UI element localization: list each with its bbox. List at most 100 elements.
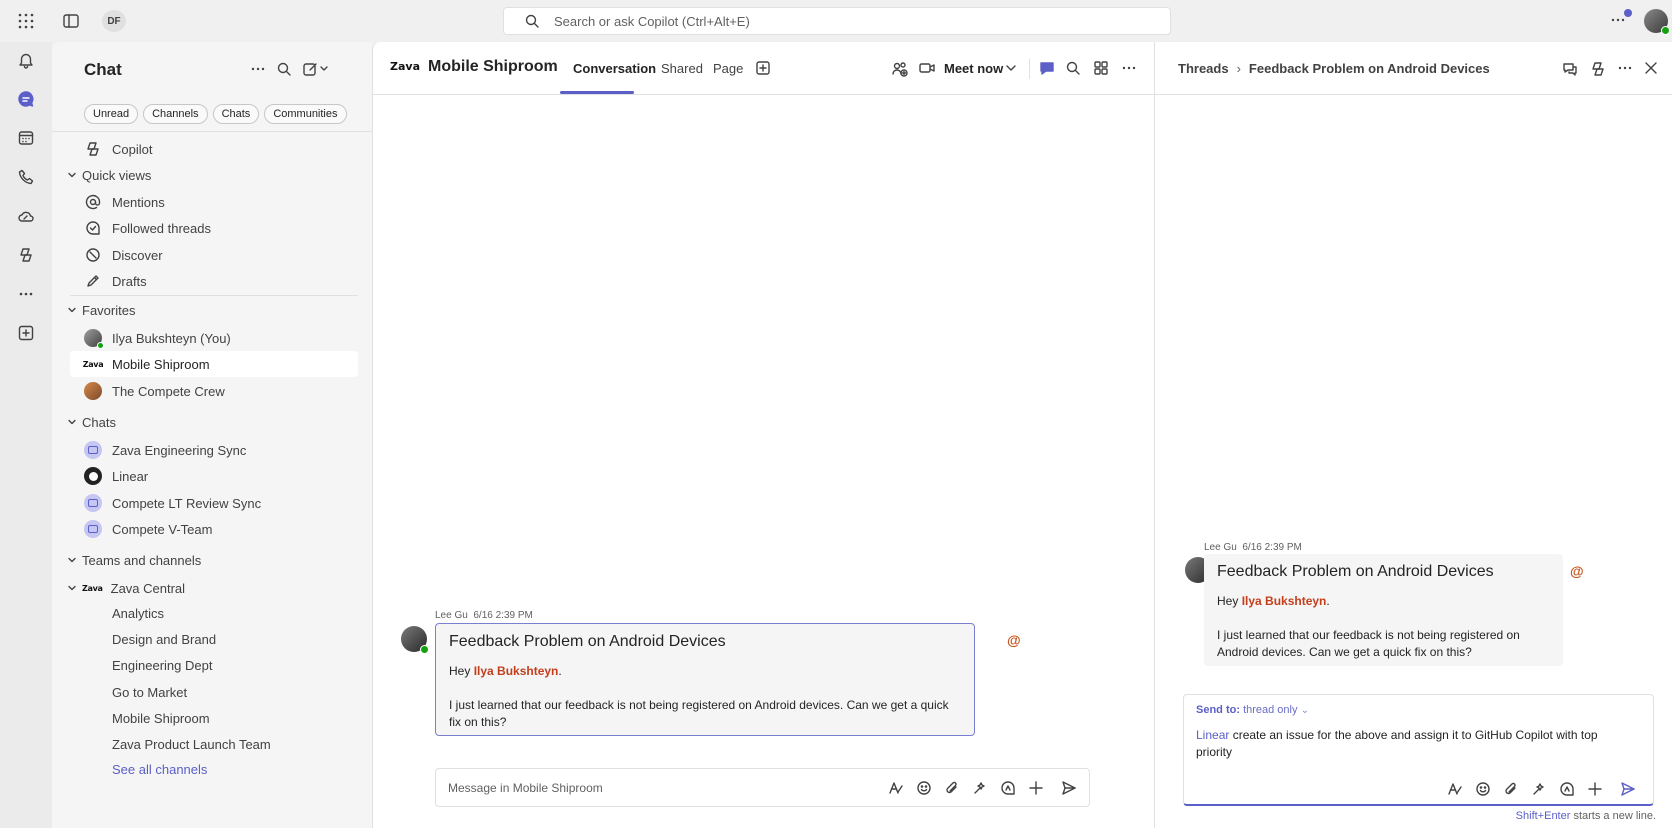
loop-icon[interactable] [1531, 781, 1547, 800]
more-apps-icon[interactable] [16, 284, 36, 304]
channel-zava-product-launch-team[interactable]: Zava Product Launch Team [70, 731, 358, 757]
pencil-icon [84, 272, 102, 290]
section-teams-and-channels[interactable]: Teams and channels [68, 547, 358, 573]
section-quick-views[interactable]: Quick views [68, 162, 358, 188]
divider [70, 295, 358, 296]
app-launcher-icon[interactable] [17, 12, 35, 30]
profile-avatar[interactable] [1644, 9, 1670, 35]
channel-engineering-dept[interactable]: Engineering Dept [70, 652, 358, 678]
channel-design-and-brand[interactable]: Design and Brand [70, 626, 358, 652]
search-input[interactable]: Search or ask Copilot (Ctrl+Alt+E) [503, 7, 1171, 35]
list-item-compete-lt-review-sync[interactable]: Compete LT Review Sync [70, 490, 358, 516]
apps-grid-icon[interactable] [1093, 60, 1109, 79]
section-favorites[interactable]: Favorites [68, 297, 358, 323]
format-icon[interactable] [888, 780, 904, 799]
list-item-drafts[interactable]: Drafts [70, 268, 358, 294]
message-body: I just learned that our feedback is not … [449, 698, 949, 729]
team-zava-central[interactable]: Zava Zava Central [68, 575, 358, 601]
thread-pane: Threads › Feedback Problem on Android De… [1154, 42, 1672, 828]
send-icon[interactable] [1061, 780, 1077, 799]
add-icon[interactable] [1028, 780, 1044, 799]
app-mention[interactable]: Linear [1196, 728, 1229, 742]
filter-communities[interactable]: Communities [264, 104, 347, 124]
tab-page[interactable]: Page [713, 61, 743, 76]
sidebar-toggle-icon[interactable] [62, 12, 80, 30]
add-tab-icon[interactable] [755, 60, 771, 79]
see-all-channels-link[interactable]: See all channels [70, 756, 358, 782]
chat-icon[interactable] [16, 89, 36, 109]
search-icon[interactable] [276, 61, 292, 80]
list-item-followed-threads[interactable]: Followed threads [70, 215, 358, 241]
emoji-icon[interactable] [916, 780, 932, 799]
message-greeting: Hey Ilya Bukshteyn. [1217, 594, 1330, 608]
section-label: Favorites [82, 302, 136, 318]
chat-bubble-icon[interactable] [1038, 60, 1056, 81]
loop-icon[interactable] [972, 780, 988, 799]
add-icon[interactable] [1587, 781, 1603, 800]
channel-go-to-market[interactable]: Go to Market [70, 679, 358, 705]
filter-channels[interactable]: Channels [143, 104, 208, 124]
search-icon[interactable] [1065, 60, 1081, 79]
followed-threads-icon [84, 219, 102, 237]
list-item-linear[interactable]: Linear [70, 463, 358, 489]
calls-icon[interactable] [16, 167, 36, 187]
avatar[interactable] [401, 626, 429, 654]
send-to-selector[interactable]: Send to: thread only ⌄ [1196, 704, 1309, 716]
meet-now-button[interactable]: Meet now [918, 59, 1003, 77]
list-item-mobile-shiproom[interactable]: Zava Mobile Shiproom [70, 351, 358, 377]
copilot-chat-icon[interactable] [1559, 781, 1575, 800]
attach-icon[interactable] [1503, 781, 1519, 800]
chevron-down-icon[interactable] [1003, 60, 1019, 79]
message-subject: Feedback Problem on Android Devices [1217, 563, 1494, 580]
emoji-icon[interactable] [1475, 781, 1491, 800]
add-apps-icon[interactable] [16, 323, 36, 343]
newline-hint: Shift+Enter starts a new line. [1515, 810, 1656, 822]
attach-icon[interactable] [944, 780, 960, 799]
channel-analytics[interactable]: Analytics [70, 600, 358, 626]
list-item-copilot[interactable]: Copilot [70, 136, 358, 162]
copilot-chat-icon[interactable] [1000, 780, 1016, 799]
thread-message-card[interactable]: Feedback Problem on Android Devices Hey … [1204, 554, 1563, 666]
message-composer[interactable]: Message in Mobile Shiproom [435, 768, 1090, 807]
message-meta: Lee Gu 6/16 2:39 PM [1204, 542, 1302, 553]
message-body: I just learned that our feedback is not … [1217, 628, 1520, 659]
tab-conversation[interactable]: Conversation [573, 61, 656, 76]
copilot-icon [84, 140, 102, 158]
filter-chats[interactable]: Chats [212, 104, 260, 124]
tab-shared[interactable]: Shared [661, 61, 703, 76]
message-card[interactable]: Feedback Problem on Android Devices Hey … [435, 623, 975, 736]
more-options-icon[interactable] [1121, 60, 1137, 79]
format-icon[interactable] [1447, 781, 1463, 800]
send-icon[interactable] [1620, 781, 1636, 800]
list-item-compete-v-team[interactable]: Compete V-Team [70, 516, 358, 542]
new-chat-icon[interactable] [302, 61, 330, 80]
reply-input[interactable]: Linear create an issue for the above and… [1196, 727, 1636, 761]
chat-bubbles-icon[interactable] [1561, 60, 1579, 81]
channel-mobile-shiproom[interactable]: Mobile Shiproom [70, 705, 358, 731]
list-item-label: Copilot [112, 141, 153, 157]
activity-bell-icon[interactable] [16, 50, 36, 70]
reply-composer[interactable]: Send to: thread only ⌄ Linear create an … [1183, 694, 1654, 806]
section-chats[interactable]: Chats [68, 409, 358, 435]
copilot-icon[interactable] [1589, 60, 1607, 81]
copilot-icon[interactable] [16, 245, 36, 265]
more-options-icon[interactable] [250, 61, 266, 80]
org-avatar[interactable]: DF [102, 10, 126, 32]
list-item-zava-engineering-sync[interactable]: Zava Engineering Sync [70, 437, 358, 463]
avatar [84, 382, 102, 400]
breadcrumb-threads[interactable]: Threads [1178, 61, 1229, 76]
list-item-mentions[interactable]: Mentions [70, 189, 358, 215]
mention[interactable]: Ilya Bukshteyn [1242, 594, 1327, 608]
onedrive-cloud-icon[interactable] [16, 206, 36, 226]
more-options-icon[interactable] [1617, 60, 1633, 79]
list-item-compete-crew[interactable]: The Compete Crew [70, 378, 358, 404]
close-icon[interactable] [1643, 60, 1659, 79]
mention[interactable]: Ilya Bukshteyn [474, 664, 559, 678]
list-item-ilya[interactable]: Ilya Bukshteyn (You) [70, 325, 358, 351]
breadcrumb: Threads › Feedback Problem on Android De… [1178, 61, 1490, 76]
people-add-icon[interactable] [891, 60, 909, 81]
filter-unread[interactable]: Unread [84, 104, 139, 124]
group-chat-icon [84, 494, 102, 512]
list-item-discover[interactable]: Discover [70, 242, 358, 268]
calendar-icon[interactable] [16, 128, 36, 148]
